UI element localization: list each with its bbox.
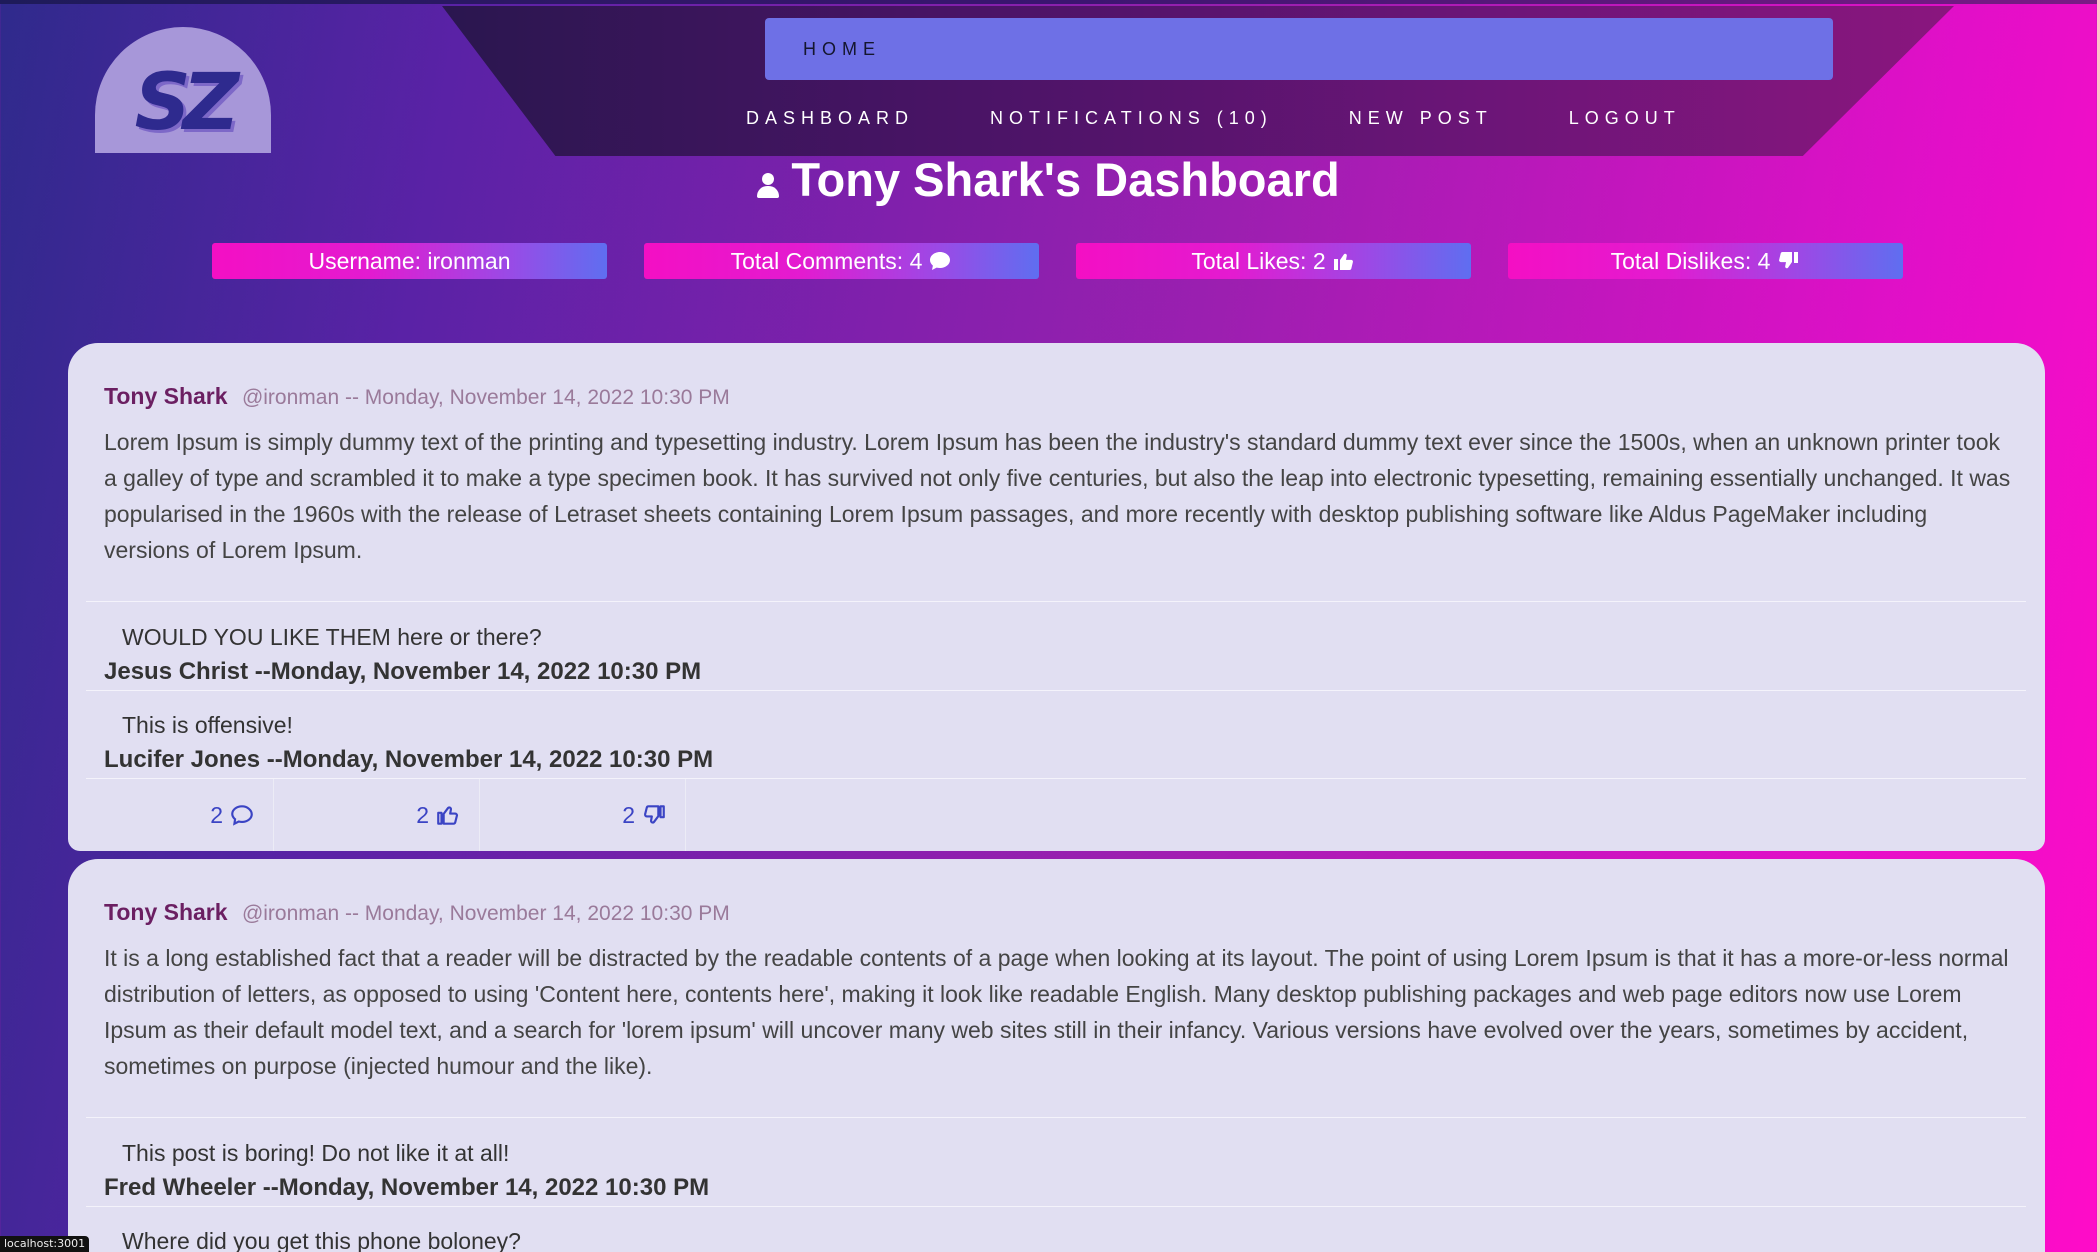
thumbs-down-icon bbox=[1779, 252, 1799, 269]
comment-count: 2 bbox=[210, 801, 223, 828]
home-link[interactable]: HOME bbox=[765, 18, 1833, 80]
divider bbox=[86, 601, 2026, 602]
dislike-button[interactable]: 2 bbox=[480, 779, 686, 851]
thumbs-up-icon bbox=[1333, 253, 1353, 270]
comment-author: Jesus Christ --Monday, November 14, 2022… bbox=[104, 658, 702, 685]
stats-bar: Username: ironman Total Comments: 4 Tota… bbox=[212, 243, 1903, 279]
comment-text: This is offensive! bbox=[122, 712, 293, 738]
post-body: It is a long established fact that a rea… bbox=[104, 945, 2009, 1079]
post-card: Tony Shark @ironman -- Monday, November … bbox=[68, 343, 2045, 851]
person-icon bbox=[757, 172, 780, 199]
stat-dislikes: Total Dislikes: 4 bbox=[1508, 243, 1903, 279]
post-author[interactable]: Tony Shark bbox=[104, 899, 228, 925]
thumbs-up-icon bbox=[437, 806, 459, 825]
divider bbox=[86, 1206, 2026, 1207]
stat-username: Username: ironman bbox=[212, 243, 607, 279]
comment-icon bbox=[930, 252, 951, 270]
dislike-count: 2 bbox=[622, 801, 635, 828]
post-card: Tony Shark @ironman -- Monday, November … bbox=[68, 859, 2045, 1252]
comment-text: WOULD YOU LIKE THEM here or there? bbox=[122, 624, 542, 650]
comment-button[interactable]: 2 bbox=[68, 779, 274, 851]
post-header: Tony Shark @ironman -- Monday, November … bbox=[104, 383, 730, 410]
like-button[interactable]: 2 bbox=[274, 779, 480, 851]
divider bbox=[86, 1117, 2026, 1118]
comment-author: Fred Wheeler --Monday, November 14, 2022… bbox=[104, 1174, 710, 1201]
comment-text: Where did you get this phone boloney? bbox=[122, 1228, 521, 1252]
nav-dashboard[interactable]: DASHBOARD bbox=[746, 108, 914, 129]
like-count: 2 bbox=[416, 801, 429, 828]
page-title: Tony Shark's Dashboard bbox=[0, 152, 2097, 207]
comment-text: This post is boring! Do not like it at a… bbox=[122, 1140, 510, 1166]
stat-username-text: Username: ironman bbox=[308, 247, 511, 274]
main-nav: DASHBOARD NOTIFICATIONS (10) NEW POST LO… bbox=[746, 108, 1681, 129]
top-border bbox=[0, 0, 2097, 4]
stat-likes: Total Likes: 2 bbox=[1076, 243, 1471, 279]
stat-dislikes-text: Total Dislikes: 4 bbox=[1610, 247, 1771, 274]
stat-comments-text: Total Comments: 4 bbox=[730, 247, 923, 274]
comment-author: Lucifer Jones --Monday, November 14, 202… bbox=[104, 746, 714, 773]
post-actions: 2 2 2 bbox=[68, 779, 686, 851]
nav-new-post[interactable]: NEW POST bbox=[1349, 108, 1493, 129]
status-bar-url: localhost:3001 bbox=[0, 1236, 90, 1252]
comment-icon bbox=[231, 805, 253, 826]
post-body: Lorem Ipsum is simply dummy text of the … bbox=[104, 429, 2011, 563]
post-author[interactable]: Tony Shark bbox=[104, 383, 228, 409]
stat-comments: Total Comments: 4 bbox=[644, 243, 1039, 279]
page-title-text: Tony Shark's Dashboard bbox=[791, 153, 1340, 206]
divider bbox=[86, 690, 2026, 691]
logo-text: SZ bbox=[134, 58, 240, 148]
nav-logout[interactable]: LOGOUT bbox=[1569, 108, 1681, 129]
post-meta: @ironman -- Monday, November 14, 2022 10… bbox=[241, 386, 730, 409]
thumbs-down-icon bbox=[643, 805, 665, 824]
nav-notifications[interactable]: NOTIFICATIONS (10) bbox=[990, 108, 1273, 129]
logo[interactable]: SZ bbox=[95, 27, 271, 153]
post-meta: @ironman -- Monday, November 14, 2022 10… bbox=[241, 902, 730, 925]
post-header: Tony Shark @ironman -- Monday, November … bbox=[104, 899, 730, 926]
stat-likes-text: Total Likes: 2 bbox=[1191, 247, 1326, 274]
